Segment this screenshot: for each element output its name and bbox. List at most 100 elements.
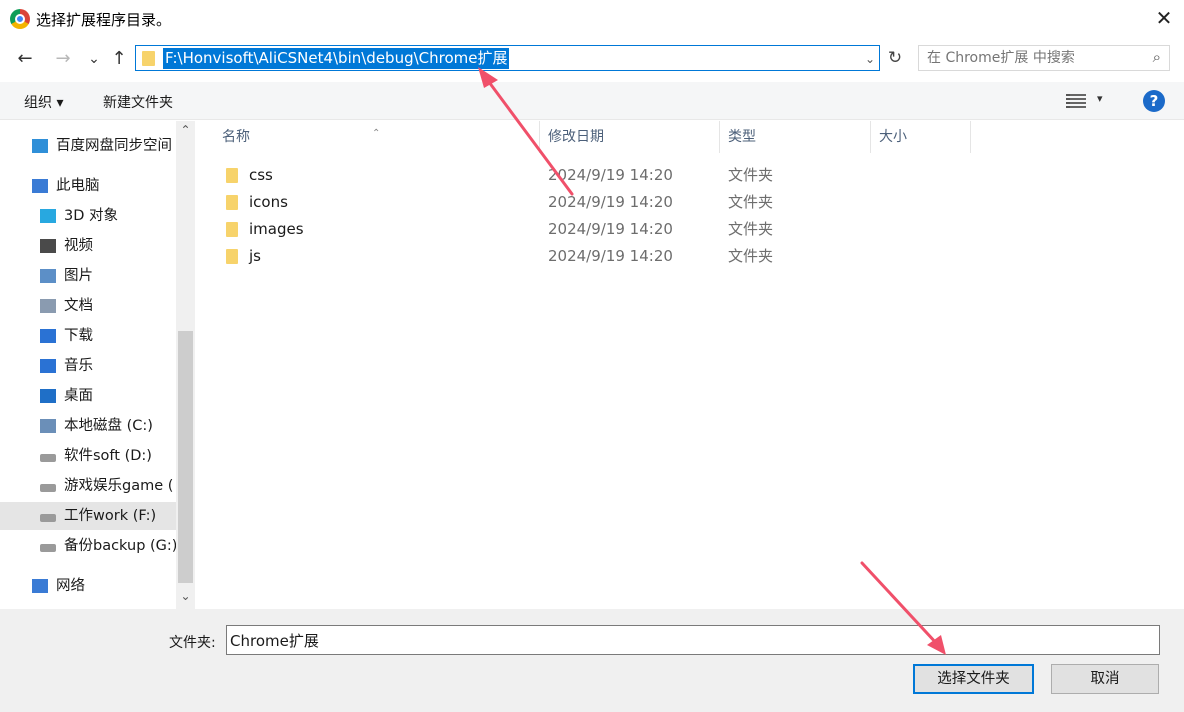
sidebar-item[interactable]: 备份backup (G:) [0,532,176,560]
scroll-up-icon[interactable]: ⌃ [176,123,195,137]
column-header-type[interactable]: 类型 [720,121,871,153]
drive-icon [40,514,56,522]
up-button[interactable]: ↑ [107,46,131,72]
sidebar-item-label: 游戏娱乐game ( [64,478,174,494]
folder-label: 文件夹: [169,635,216,651]
file-type: 文件夹 [728,166,774,184]
sidebar-item-label: 本地磁盘 (C:) [64,418,153,434]
navigation-scrollbar[interactable]: ⌃ ⌄ [176,121,195,609]
file-name: js [249,247,261,265]
sidebar-item-label: 视频 [64,238,93,254]
system-drive-icon [40,419,56,433]
sidebar-item-label: 工作work (F:) [64,508,157,524]
download-icon [40,329,56,343]
recent-locations-button[interactable]: ⌄ [82,46,106,72]
sidebar-item-label: 桌面 [64,388,93,404]
music-icon [40,359,56,373]
navigation-bar: ← → ⌄ ↑ F:\Honvisoft\AliCSNet4\bin\debug… [0,38,1184,82]
file-list: 名称 ⌃ 修改日期 类型 大小 css 2024/9/19 14:20 文件夹 ico… [196,121,1184,609]
file-name: css [249,166,273,184]
sidebar-item[interactable]: 3D 对象 [0,202,176,230]
drive-icon [40,544,56,552]
sidebar-item-label: 百度网盘同步空间 [56,138,172,154]
scrollbar-thumb[interactable] [178,331,193,583]
column-header-size[interactable]: 大小 [871,121,971,153]
help-icon[interactable]: ? [1143,90,1165,112]
sidebar-item[interactable]: 本地磁盘 (C:) [0,412,176,440]
sidebar-item-label: 软件soft (D:) [64,448,152,464]
sidebar-item[interactable]: 软件soft (D:) [0,442,176,470]
file-name: images [249,220,304,238]
navigation-pane: 百度网盘同步空间 此电脑 3D 对象视频图片文档下载音乐桌面本地磁盘 (C:) 软件s… [0,121,195,609]
folder-icon [226,168,238,183]
sidebar-item[interactable]: 网络 [0,572,176,600]
sidebar-item[interactable]: 图片 [0,262,176,290]
sidebar-item[interactable]: 视频 [0,232,176,260]
sort-ascending-icon: ⌃ [372,128,381,139]
sidebar-item-label: 文档 [64,298,93,314]
computer-icon [32,179,48,193]
chevron-down-icon[interactable]: ⌄ [865,47,875,71]
sidebar-item[interactable]: 桌面 [0,382,176,410]
address-bar[interactable]: F:\Honvisoft\AliCSNet4\bin\debug\Chrome扩… [135,45,880,71]
file-row[interactable]: js 2024/9/19 14:20 文件夹 [196,243,1184,270]
sidebar-item-label: 音乐 [64,358,93,374]
desktop-icon [40,389,56,403]
cloud-sync-icon [32,139,48,153]
search-box[interactable]: ⌕ [918,45,1170,71]
folder-name-field[interactable] [226,625,1160,655]
title-bar: 选择扩展程序目录。 ✕ [0,0,1184,38]
column-header-name[interactable]: 名称 ⌃ [196,121,540,153]
forward-button[interactable]: → [51,46,75,72]
file-name: icons [249,193,288,211]
sidebar-item[interactable]: 游戏娱乐game ( [0,472,176,500]
scroll-down-icon[interactable]: ⌄ [176,589,195,603]
file-modified: 2024/9/19 14:20 [548,193,673,211]
footer-panel: 文件夹: 选择文件夹 取消 [0,609,1184,712]
column-name-label: 名称 [222,129,250,145]
column-header-modified[interactable]: 修改日期 [540,121,720,153]
file-row[interactable]: images 2024/9/19 14:20 文件夹 [196,216,1184,243]
window-title: 选择扩展程序目录。 [36,11,172,29]
new-folder-button[interactable]: 新建文件夹 [103,92,173,112]
file-row[interactable]: css 2024/9/19 14:20 文件夹 [196,162,1184,189]
sidebar-item[interactable]: 文档 [0,292,176,320]
sidebar-item[interactable]: 音乐 [0,352,176,380]
folder-icon [226,249,238,264]
search-icon[interactable]: ⌕ [1153,48,1161,66]
film-icon [40,239,56,253]
sidebar-item[interactable]: 下载 [0,322,176,350]
drive-icon [40,484,56,492]
cancel-button[interactable]: 取消 [1051,664,1159,694]
sidebar-item[interactable]: 百度网盘同步空间 [0,132,176,160]
address-path[interactable]: F:\Honvisoft\AliCSNet4\bin\debug\Chrome扩… [163,48,510,69]
view-dropdown-icon[interactable]: ▾ [1097,92,1103,105]
sidebar-item-label: 图片 [64,268,93,284]
sidebar-item[interactable]: 工作work (F:) [0,502,176,530]
file-row[interactable]: icons 2024/9/19 14:20 文件夹 [196,189,1184,216]
chrome-logo-icon [10,9,30,29]
view-options-icon[interactable] [1066,92,1086,110]
file-modified: 2024/9/19 14:20 [548,166,673,184]
sidebar-item-label: 此电脑 [56,178,100,194]
back-button[interactable]: ← [13,46,37,72]
folder-icon [226,222,238,237]
close-button[interactable]: ✕ [1144,0,1184,38]
drive-icon [40,454,56,462]
folder-icon [142,51,155,66]
sidebar-item-label: 备份backup (G:) [64,538,176,554]
toolbar: 组织 ▾ 新建文件夹 ▾ [0,82,1184,120]
network-icon [32,579,48,593]
folder-icon [226,195,238,210]
file-type: 文件夹 [728,220,774,238]
refresh-button[interactable]: ↻ [882,45,908,71]
sidebar-item[interactable]: 此电脑 [0,172,176,200]
select-folder-button[interactable]: 选择文件夹 [913,664,1034,694]
cube-icon [40,209,56,223]
sidebar-item-label: 下载 [64,328,93,344]
search-input[interactable] [927,48,1137,68]
file-modified: 2024/9/19 14:20 [548,247,673,265]
file-type: 文件夹 [728,247,774,265]
organize-menu[interactable]: 组织 ▾ [24,92,63,112]
file-type: 文件夹 [728,193,774,211]
